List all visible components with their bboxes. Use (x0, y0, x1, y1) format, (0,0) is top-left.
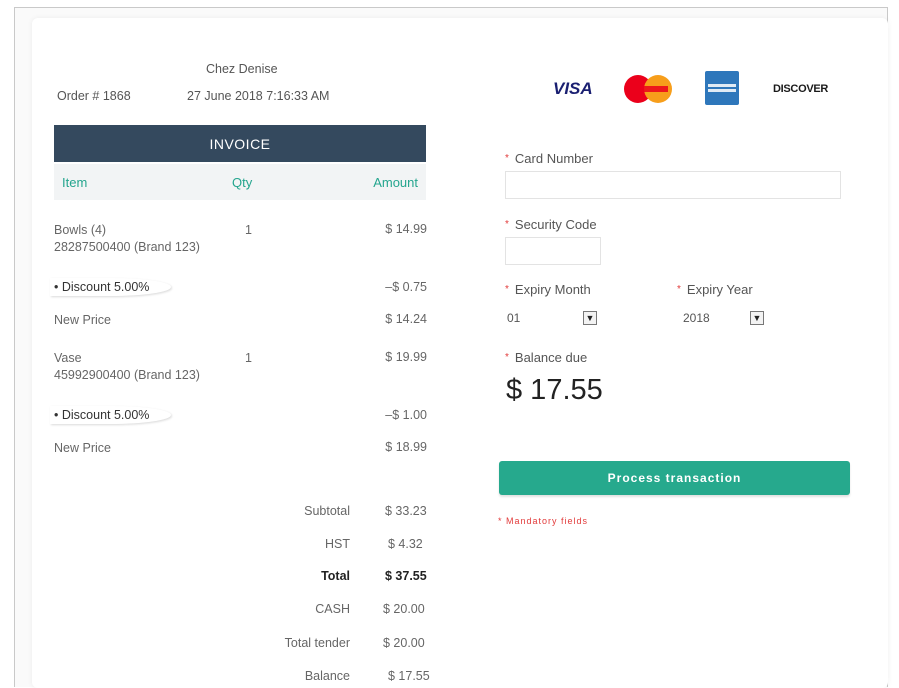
total-label: Total (321, 569, 350, 583)
cash-label: CASH (315, 602, 350, 616)
new-price-label: New Price (54, 441, 111, 455)
discount-label: Discount 5.00% (61, 280, 150, 294)
discount-amount: –$ 1.00 (385, 408, 427, 422)
card-number-label: * Card Number (505, 151, 593, 166)
item-qty: 1 (245, 351, 252, 365)
chevron-down-icon[interactable]: ▼ (750, 311, 764, 325)
total-value: $ 37.55 (385, 569, 427, 583)
invoice-title: INVOICE (54, 125, 426, 162)
item-amount: $ 14.99 (385, 222, 427, 236)
subtotal-value: $ 33.23 (385, 504, 427, 518)
balance-due-value: $ 17.55 (506, 374, 603, 406)
total-tender-value: $ 20.00 (383, 636, 425, 650)
item-sku: 45992900400 (Brand 123) (54, 368, 200, 382)
subtotal-label: Subtotal (304, 504, 350, 518)
item-sku: 28287500400 (Brand 123) (54, 240, 200, 254)
balance-label: Balance (304, 669, 350, 683)
mandatory-fields-note: * Mandatory fields (498, 516, 589, 526)
item-amount: $ 19.99 (385, 350, 427, 364)
new-price: $ 18.99 (385, 440, 427, 454)
expiry-year-value: 2018 (683, 311, 710, 325)
column-item: Item (62, 175, 88, 190)
total-tender-label: Total tender (284, 636, 350, 650)
security-code-label: * Security Code (505, 217, 597, 232)
security-code-input[interactable] (505, 237, 601, 265)
store-name: Chez Denise (206, 62, 278, 76)
invoice-column-headers: Item Qty Amount (54, 164, 426, 200)
cash-value: $ 20.00 (383, 602, 425, 616)
item-name: Vase (54, 351, 82, 365)
discount-label: Discount 5.00% (61, 408, 150, 422)
discount-amount: –$ 0.75 (385, 280, 427, 294)
checkout-panel (32, 18, 888, 688)
column-amount: Amount (373, 175, 418, 190)
mastercard-icon (622, 74, 674, 104)
balance-value: $ 17.55 (388, 669, 430, 683)
order-datetime: 27 June 2018 7:16:33 AM (187, 89, 330, 103)
amex-icon (705, 71, 739, 105)
expiry-month-select[interactable]: 01 ▼ (507, 306, 599, 330)
column-qty: Qty (232, 175, 253, 190)
discount-line: • Discount 5.00% (50, 278, 172, 296)
discount-line: • Discount 5.00% (50, 406, 172, 424)
hst-value: $ 4.32 (388, 537, 423, 551)
card-number-input[interactable] (505, 171, 841, 199)
expiry-year-select[interactable]: 2018 ▼ (683, 306, 775, 330)
chevron-down-icon[interactable]: ▼ (583, 311, 597, 325)
expiry-month-value: 01 (507, 311, 521, 325)
discover-icon: DISCOVER (773, 83, 829, 95)
expiry-year-label: * Expiry Year (677, 282, 753, 297)
expiry-month-label: * Expiry Month (505, 282, 591, 297)
new-price-label: New Price (54, 313, 111, 327)
item-name: Bowls (4) (54, 223, 107, 237)
hst-label: HST (325, 537, 350, 551)
balance-due-label: * Balance due (505, 350, 588, 365)
order-number: Order # 1868 (57, 89, 131, 103)
new-price: $ 14.24 (385, 312, 427, 326)
visa-icon: VISA (553, 79, 593, 98)
process-transaction-button[interactable]: Process transaction (499, 461, 850, 495)
item-qty: 1 (245, 223, 252, 237)
